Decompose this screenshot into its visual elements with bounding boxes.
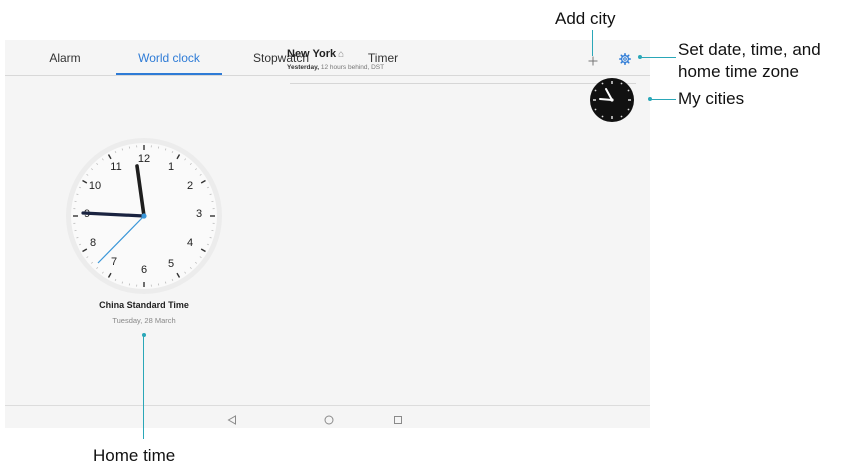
numeral-8: 8 [90,237,96,249]
city-name: New York ⌂ [287,48,344,60]
mini-clock-minute-hand [599,98,613,101]
tab-alarm[interactable]: Alarm [49,51,80,65]
home-analog-clock: 12 1 2 3 4 5 6 7 8 9 10 11 [66,138,222,294]
home-icon: ⌂ [338,49,345,60]
clock-center-pin [141,213,147,219]
leader-home-time [143,335,144,439]
home-date: Tuesday, 28 March [112,316,176,325]
leader-add-city [592,30,593,56]
new-york-mini-clock [590,78,634,122]
callout-settings-line2: home time zone [678,62,799,81]
numeral-1: 1 [168,161,174,173]
nav-recents-button[interactable] [393,412,403,430]
numeral-11: 11 [110,161,121,173]
tab-world-clock[interactable]: World clock [138,51,200,65]
city-list-item-new-york[interactable]: New York ⌂ Yesterday, 12 hours behind, DS… [285,48,637,84]
recents-square-icon [394,416,402,424]
nav-back-button[interactable] [227,412,237,430]
city-name-text: New York [287,48,337,60]
numeral-10: 10 [89,180,101,192]
leader-settings-dot [638,55,642,59]
city-offset: 12 hours behind, DST [320,64,385,71]
navbar-divider [5,405,650,406]
callout-settings-line1: Set date, time, and [678,40,821,59]
numeral-6: 6 [141,264,147,276]
leader-my-cities-dot [648,97,652,101]
numeral-4: 4 [187,237,193,249]
numeral-5: 5 [168,258,174,270]
callout-add-city: Add city [555,9,616,28]
numeral-2: 2 [187,180,193,192]
leader-settings [640,57,676,58]
leader-my-cities [650,99,676,100]
city-day: Yesterday, [287,64,320,71]
city-time-offset: Yesterday, 12 hours behind, DST [287,64,384,71]
nav-home-button[interactable] [324,412,334,430]
numeral-12: 12 [138,153,150,165]
numeral-3: 3 [196,208,202,220]
numeral-7: 7 [111,256,117,268]
home-timezone-name: China Standard Time [99,300,189,310]
city-list-divider [290,83,636,84]
home-circle-icon [324,415,334,425]
back-triangle-icon [227,415,236,425]
callout-home-time: Home time [93,446,176,465]
callout-my-cities: My cities [678,89,745,108]
